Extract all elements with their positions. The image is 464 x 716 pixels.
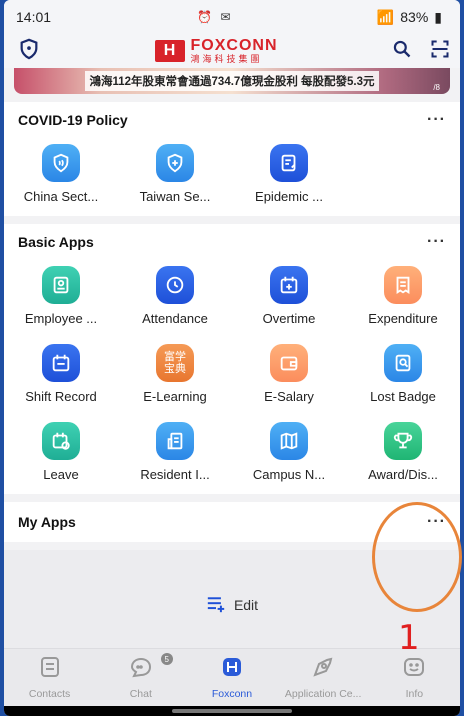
- tab-label: Chat: [129, 688, 152, 700]
- receipt-icon: [384, 266, 422, 304]
- phone-screen: 14:01 ⏰ ✉ 📶 83% ▮ H FOXCONN 鴻海科技集團 鴻海112…: [4, 0, 460, 716]
- tab-contacts[interactable]: Contacts: [5, 655, 95, 700]
- basic-more-button[interactable]: ···: [427, 233, 446, 251]
- app-taiwan-se[interactable]: Taiwan Se...: [118, 138, 232, 216]
- app-shift-record[interactable]: Shift Record: [4, 338, 118, 416]
- app-china-sect[interactable]: China Sect...: [4, 138, 118, 216]
- banner-page: /8: [433, 83, 440, 92]
- app-label: E-Learning: [143, 389, 207, 404]
- app-label: Overtime: [262, 311, 316, 326]
- app-label: E-Salary: [264, 389, 314, 404]
- edit-button[interactable]: Edit: [206, 595, 258, 616]
- chat-badge: 5: [160, 653, 173, 665]
- app-label: Lost Badge: [370, 389, 436, 404]
- logo-mark: H: [154, 40, 185, 62]
- tab-label: Foxconn: [211, 688, 253, 700]
- foxconn-icon: [220, 655, 244, 684]
- news-banner[interactable]: 鴻海112年股東常會通過734.7億現金股利 每股配發5.3元 /8: [14, 68, 450, 94]
- app-campus[interactable]: Campus N...: [232, 416, 346, 494]
- status-battery: 83%: [400, 9, 429, 25]
- app-label: Leave: [43, 467, 79, 482]
- app-attendance[interactable]: Attendance: [118, 260, 232, 338]
- id-card-icon: [42, 266, 80, 304]
- tab-label: Contacts: [28, 688, 71, 700]
- trophy-icon: [384, 422, 422, 460]
- app-employee[interactable]: Employee ...: [4, 260, 118, 338]
- chat-icon: 5: [129, 653, 173, 684]
- shield-signal-icon: [42, 144, 80, 182]
- app-e-salary[interactable]: E-Salary: [232, 338, 346, 416]
- app-expenditure[interactable]: Expenditure: [346, 260, 460, 338]
- app-label: Shift Record: [25, 389, 97, 404]
- edit-label: Edit: [233, 597, 259, 613]
- building-icon: [156, 422, 194, 460]
- annotation-circle: [372, 502, 462, 612]
- shield-plus-icon: [156, 144, 194, 182]
- contacts-icon: [38, 655, 62, 684]
- banner-text: 鴻海112年股東常會通過734.7億現金股利 每股配發5.3元: [85, 71, 379, 91]
- covid-more-button[interactable]: ···: [427, 111, 446, 129]
- application-center-icon: [311, 655, 335, 684]
- alarm-icon: ⏰: [197, 10, 213, 24]
- basic-apps-title: Basic Apps: [18, 234, 94, 250]
- covid-section-title: COVID-19 Policy: [18, 112, 128, 128]
- app-lost-badge[interactable]: Lost Badge: [346, 338, 460, 416]
- app-label: Resident I...: [140, 467, 210, 482]
- learning-icon: 富学 宝典: [156, 344, 194, 382]
- app-leave[interactable]: Leave: [4, 416, 118, 494]
- message-icon: ✉: [220, 10, 231, 24]
- tab-chat[interactable]: 5 Chat: [96, 653, 186, 700]
- app-label: Award/Dis...: [368, 467, 438, 482]
- logo-text-zh: 鴻海科技集團: [190, 54, 263, 64]
- map-icon: [270, 422, 308, 460]
- app-label: Taiwan Se...: [139, 189, 211, 204]
- shield-menu-icon[interactable]: [18, 38, 40, 65]
- status-notification-icons: ⏰ ✉: [197, 10, 230, 24]
- calendar-plus-icon: [270, 266, 308, 304]
- clock-icon: [156, 266, 194, 304]
- status-bar: 14:01 ⏰ ✉ 📶 83% ▮: [4, 0, 460, 34]
- tab-info[interactable]: Info: [369, 655, 459, 700]
- app-label: Epidemic ...: [255, 189, 323, 204]
- app-label: Attendance: [142, 311, 208, 326]
- battery-icon: ▮: [434, 8, 442, 25]
- tab-application-center[interactable]: Application Ce...: [278, 655, 368, 700]
- calendar-icon: [42, 344, 80, 382]
- app-label: China Sect...: [23, 189, 99, 204]
- app-label: Campus N...: [252, 467, 326, 482]
- wallet-icon: [270, 344, 308, 382]
- app-label: Employee ...: [24, 311, 98, 326]
- bottom-tab-bar: Contacts 5 Chat Foxconn Application Ce..…: [4, 648, 460, 706]
- top-bar: H FOXCONN 鴻海科技集團: [4, 34, 460, 68]
- scan-icon[interactable]: [430, 39, 450, 64]
- app-award[interactable]: Award/Dis...: [346, 416, 460, 494]
- app-e-learning[interactable]: 富学 宝典 E-Learning: [118, 338, 232, 416]
- basic-apps-section: Basic Apps ··· Employee ... Attendance O…: [4, 224, 460, 494]
- document-edit-icon: [270, 144, 308, 182]
- tab-label: Application Ce...: [284, 688, 362, 700]
- app-resident[interactable]: Resident I...: [118, 416, 232, 494]
- covid-section: COVID-19 Policy ··· China Sect... Taiwan…: [4, 102, 460, 216]
- foxconn-logo: H FOXCONN 鴻海科技集團: [154, 37, 278, 64]
- my-apps-title: My Apps: [18, 514, 76, 530]
- status-right: 📶 83% ▮: [377, 9, 442, 26]
- app-label: Expenditure: [368, 311, 438, 326]
- tab-foxconn[interactable]: Foxconn: [187, 655, 277, 700]
- info-icon: [402, 655, 426, 684]
- badge-search-icon: [384, 344, 422, 382]
- logo-text-en: FOXCONN: [190, 37, 278, 54]
- edit-list-icon: [206, 595, 226, 616]
- search-icon[interactable]: [392, 39, 412, 64]
- app-epidemic[interactable]: Epidemic ...: [232, 138, 346, 216]
- tab-label: Info: [405, 688, 424, 700]
- app-overtime[interactable]: Overtime: [232, 260, 346, 338]
- status-time: 14:01: [16, 9, 52, 25]
- home-indicator-bar: [4, 706, 460, 716]
- annotation-number: 1: [398, 618, 420, 658]
- calendar-clock-icon: [42, 422, 80, 460]
- wifi-icon: 📶: [376, 8, 395, 25]
